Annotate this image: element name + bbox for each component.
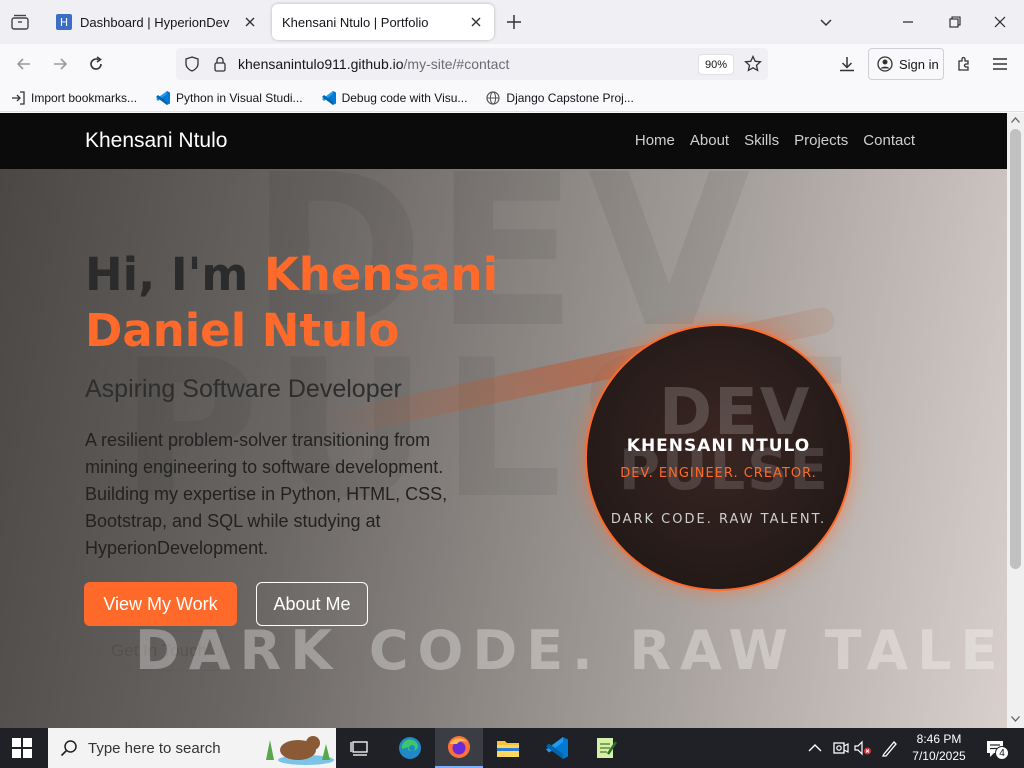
lock-icon[interactable]	[212, 55, 228, 78]
scroll-down-icon[interactable]	[1011, 716, 1020, 722]
task-view-icon[interactable]	[336, 728, 384, 768]
about-me-button[interactable]: About Me	[256, 582, 368, 626]
downloads-icon[interactable]	[837, 54, 857, 74]
bookmark-star-icon[interactable]	[744, 54, 762, 78]
bookmark-label: Python in Visual Studi...	[176, 90, 303, 105]
nav-link-about[interactable]: About	[690, 132, 729, 149]
view-my-work-button[interactable]: View My Work	[84, 582, 237, 626]
address-bar[interactable]: khensanintulo911.github.io/my-site/#cont…	[176, 48, 768, 80]
bookmark-label: Debug code with Visu...	[341, 90, 468, 105]
minimize-icon[interactable]	[898, 12, 918, 32]
nav-link-skills[interactable]: Skills	[744, 132, 779, 149]
search-icon	[60, 740, 77, 757]
notifications-icon[interactable]: 4	[982, 738, 1010, 760]
url-path: /my-site/#contact	[403, 56, 510, 72]
close-tab-icon[interactable]	[468, 14, 484, 30]
reload-icon[interactable]	[86, 54, 106, 74]
back-icon[interactable]	[14, 54, 34, 74]
sign-in-button[interactable]: Sign in	[868, 48, 944, 80]
page-scrollbar[interactable]	[1007, 113, 1024, 728]
bookmark-item[interactable]: Python in Visual Studi...	[155, 90, 303, 106]
hero-name-rest: Daniel Ntulo	[85, 304, 400, 357]
chevron-up-icon[interactable]	[805, 739, 825, 757]
hero-name-first: Khensani	[263, 248, 499, 301]
import-icon	[10, 90, 26, 106]
tab-dashboard[interactable]: H Dashboard | HyperionDev	[46, 4, 268, 40]
svg-text:H: H	[60, 16, 68, 29]
search-placeholder: Type here to search	[88, 739, 221, 757]
search-highlight-illustration	[266, 736, 334, 765]
chevron-down-icon[interactable]	[818, 14, 834, 30]
windows-taskbar: Type here to search 8:46 PM 7/10/2025 4	[0, 728, 1024, 768]
notification-count-badge: 4	[995, 746, 1009, 760]
scroll-up-icon[interactable]	[1011, 117, 1020, 123]
camera-icon[interactable]	[830, 739, 850, 757]
tab-title: Khensani Ntulo | Portfolio	[282, 14, 429, 30]
profile-badge: DEV PULSE KHENSANI NTULO DEV. ENGINEER. …	[585, 324, 852, 591]
bookmark-item[interactable]: Django Capstone Proj...	[485, 90, 634, 106]
edge-icon[interactable]	[386, 728, 434, 768]
clock-date: 7/10/2025	[912, 749, 966, 763]
close-tab-icon[interactable]	[242, 14, 258, 30]
new-tab-icon[interactable]	[504, 12, 524, 32]
account-icon	[877, 56, 893, 72]
bookmark-item[interactable]: Debug code with Visu...	[321, 90, 468, 106]
hero-title: Hi, I'm Khensani Daniel Ntulo	[85, 247, 505, 359]
hyperiondev-icon: H	[56, 14, 72, 30]
url-host: khensanintulo911.github.io	[238, 56, 404, 72]
forward-icon[interactable]	[50, 54, 70, 74]
tab-list-icon[interactable]	[8, 10, 32, 34]
bookmark-label: Import bookmarks...	[31, 90, 138, 105]
globe-icon	[485, 90, 501, 106]
sign-in-label: Sign in	[899, 56, 939, 72]
zoom-level[interactable]: 90%	[698, 54, 735, 75]
site-navbar: Khensani Ntulo Home About Skills Project…	[0, 113, 1007, 169]
hero-section: DEV PULSE Hi, I'm Khensani Daniel Ntulo A…	[0, 169, 1007, 728]
extensions-icon[interactable]	[954, 54, 974, 74]
scroll-thumb[interactable]	[1010, 129, 1021, 569]
shield-icon[interactable]	[184, 56, 200, 77]
bookmarks-toolbar: Import bookmarks... Python in Visual Stu…	[0, 84, 1024, 112]
vscode-icon[interactable]	[533, 728, 581, 768]
windows-start-icon[interactable]	[12, 738, 32, 758]
background-tagline-text: DARK CODE. RAW TALENT.	[135, 619, 1007, 682]
nav-bar: khensanintulo911.github.io/my-site/#cont…	[0, 44, 1024, 84]
system-clock[interactable]: 8:46 PM 7/10/2025	[902, 731, 976, 765]
site-brand[interactable]: Khensani Ntulo	[85, 129, 227, 153]
tab-bar: H Dashboard | HyperionDev Khensani Ntulo…	[0, 0, 1024, 44]
bookmark-item[interactable]: Import bookmarks...	[10, 90, 137, 106]
volume-muted-icon[interactable]	[853, 739, 873, 757]
close-window-icon[interactable]	[990, 12, 1010, 32]
notepad-icon[interactable]	[582, 728, 630, 768]
nav-link-home[interactable]: Home	[635, 132, 675, 149]
vscode-icon	[155, 90, 171, 106]
bookmark-label: Django Capstone Proj...	[506, 90, 634, 105]
menu-icon[interactable]	[990, 54, 1010, 74]
badge-name: KHENSANI NTULO	[626, 436, 811, 456]
nav-link-projects[interactable]: Projects	[794, 132, 848, 149]
hero-subtitle: Aspiring Software Developer	[85, 375, 402, 403]
tab-title: Dashboard | HyperionDev	[80, 14, 230, 30]
nav-link-contact[interactable]: Contact	[863, 132, 915, 149]
vscode-icon	[321, 90, 337, 106]
hero-description: A resilient problem-solver transitioning…	[85, 430, 448, 558]
web-page: Khensani Ntulo Home About Skills Project…	[0, 113, 1007, 728]
badge-role: DEV. ENGINEER. CREATOR.	[620, 466, 817, 481]
site-nav-links: Home About Skills Projects Contact	[635, 132, 915, 149]
tab-portfolio[interactable]: Khensani Ntulo | Portfolio	[272, 4, 494, 40]
url-text[interactable]: khensanintulo911.github.io/my-site/#cont…	[238, 56, 509, 72]
file-explorer-icon[interactable]	[484, 728, 532, 768]
restore-icon[interactable]	[945, 12, 965, 32]
hero-greeting: Hi, I'm	[85, 248, 264, 301]
pen-icon[interactable]	[880, 739, 900, 757]
clock-time: 8:46 PM	[916, 732, 962, 746]
badge-tagline: DARK CODE. RAW TALENT.	[610, 512, 827, 527]
firefox-icon[interactable]	[435, 728, 483, 768]
taskbar-search-box[interactable]: Type here to search	[48, 728, 336, 768]
